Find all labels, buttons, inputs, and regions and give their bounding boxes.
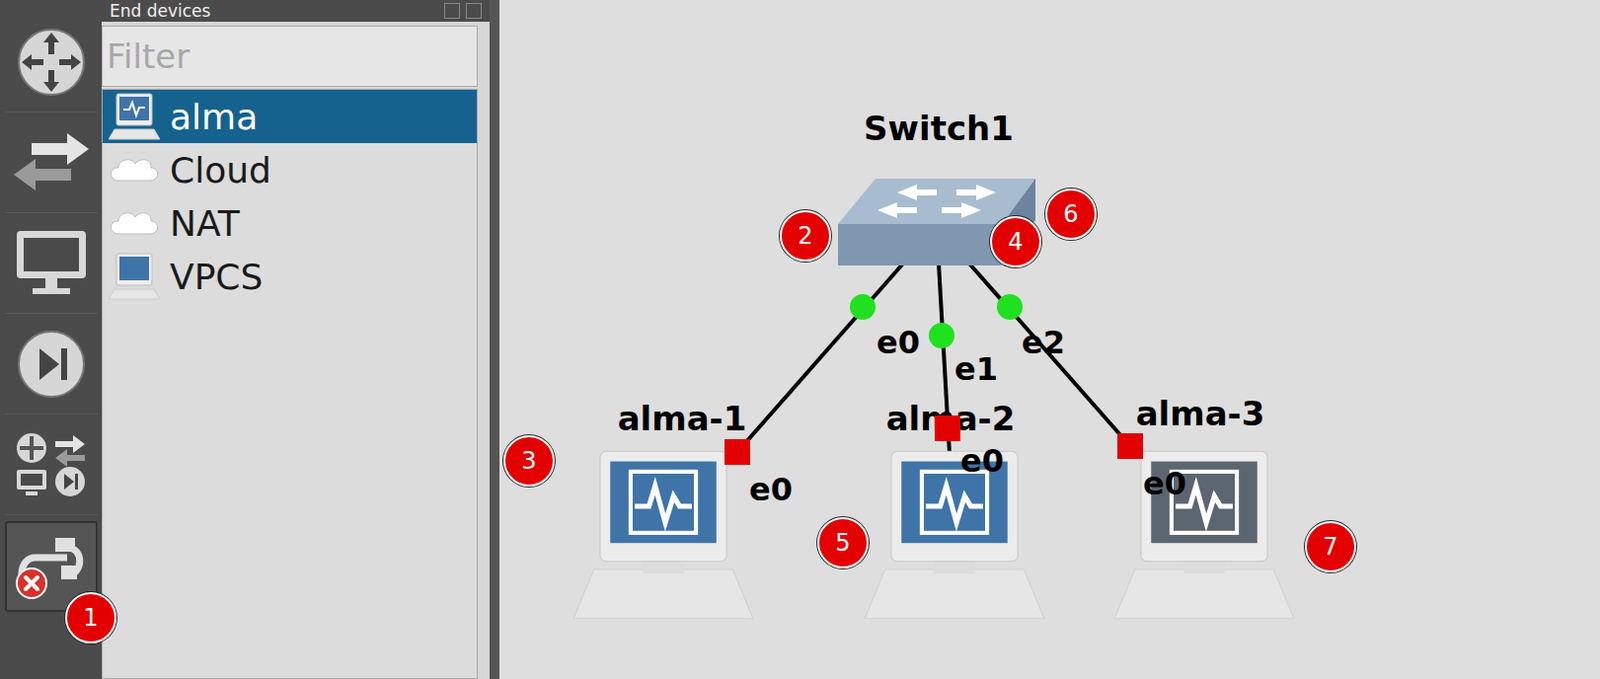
router-icon bbox=[15, 26, 87, 98]
device-item[interactable]: Cloud bbox=[102, 143, 477, 197]
device-toolbar: 1 bbox=[0, 0, 102, 679]
device-list: almaCloudNATVPCS bbox=[101, 88, 478, 679]
annotation-badge: 6 bbox=[1045, 188, 1097, 240]
splitter[interactable] bbox=[489, 0, 500, 679]
computer-icon bbox=[1112, 449, 1296, 623]
port-status-square bbox=[934, 415, 961, 442]
play-skip-icon bbox=[15, 328, 87, 400]
toolbar-button[interactable] bbox=[4, 414, 98, 516]
toolbar-button[interactable] bbox=[4, 313, 98, 415]
port-label: e1 bbox=[954, 350, 998, 388]
toolbar-button[interactable] bbox=[4, 213, 98, 314]
port-label: e0 bbox=[876, 323, 920, 362]
annotation-badge: 1 bbox=[65, 592, 117, 644]
cloud-icon bbox=[108, 154, 160, 185]
gns3-window: 1 End devices almaCloudNATVPCS Switch1 alma-… bbox=[0, 0, 1600, 679]
annotation-badge: 5 bbox=[817, 517, 869, 569]
host-label: alma-3 bbox=[1136, 393, 1266, 434]
switch-label: Switch1 bbox=[863, 108, 1014, 149]
float-icon[interactable] bbox=[444, 2, 460, 19]
port-status-square bbox=[1117, 433, 1143, 459]
host-node[interactable] bbox=[1112, 449, 1296, 627]
toolbar-button[interactable] bbox=[4, 112, 98, 214]
add-link-icon bbox=[11, 528, 91, 606]
host-node[interactable] bbox=[862, 449, 1047, 627]
vm-icon bbox=[108, 91, 160, 142]
switch-arrows-icon bbox=[11, 131, 91, 195]
device-item[interactable]: VPCS bbox=[102, 249, 477, 304]
toolbar-button[interactable] bbox=[4, 11, 98, 113]
host-node[interactable] bbox=[571, 449, 756, 627]
panel-title: End devices bbox=[109, 0, 211, 21]
cloud-icon bbox=[108, 208, 160, 238]
port-label: e0 bbox=[960, 442, 1004, 480]
port-status-dot bbox=[928, 322, 955, 349]
close-icon[interactable] bbox=[465, 2, 482, 19]
vpcs-icon bbox=[108, 251, 160, 302]
annotation-badge: 4 bbox=[990, 216, 1042, 268]
all-devices-icon bbox=[13, 430, 89, 500]
port-status-dot bbox=[849, 294, 876, 320]
annotation-badge: 2 bbox=[779, 210, 832, 262]
computer-icon bbox=[862, 449, 1047, 623]
port-status-dot bbox=[996, 294, 1023, 320]
port-label: e0 bbox=[749, 470, 793, 509]
annotation-badge: 3 bbox=[503, 435, 555, 487]
filter-input[interactable] bbox=[101, 25, 478, 87]
port-label: e2 bbox=[1021, 323, 1066, 362]
panel-header: End devices bbox=[101, 0, 490, 22]
host-label: alma-1 bbox=[617, 398, 748, 439]
port-label: e0 bbox=[1142, 464, 1187, 503]
device-item[interactable]: alma bbox=[102, 89, 477, 144]
device-panel: End devices almaCloudNATVPCS bbox=[101, 0, 490, 679]
device-item[interactable]: NAT bbox=[102, 196, 477, 250]
computer-icon bbox=[571, 449, 756, 623]
topology-canvas[interactable]: Switch1alma-1alma-2alma-3e0e0e1e0e2e0234… bbox=[499, 0, 1600, 679]
port-status-square bbox=[724, 439, 751, 465]
monitor-icon bbox=[14, 227, 88, 301]
annotation-badge: 7 bbox=[1304, 521, 1357, 573]
